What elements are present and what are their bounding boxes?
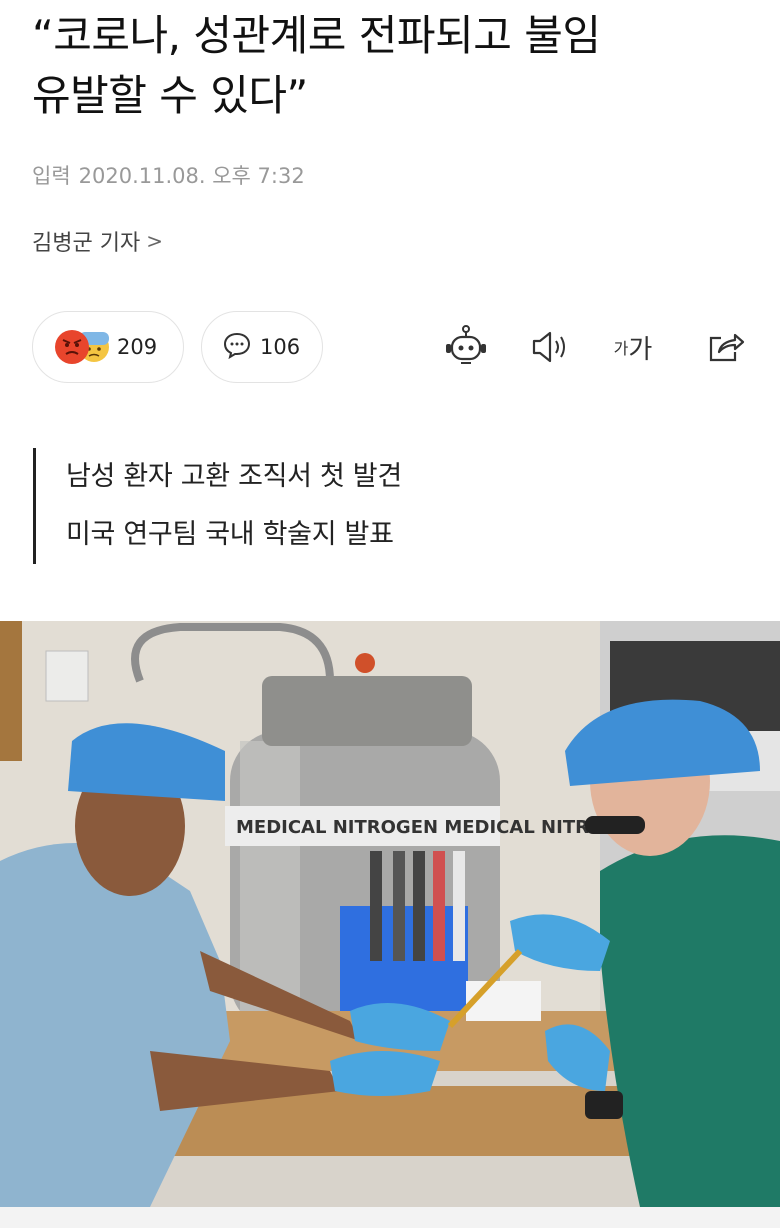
reporter-link[interactable]: 김병군 기자 >	[32, 225, 163, 257]
publish-date: 2020.11.08. 오후 7:32	[78, 164, 305, 188]
font-small-label: 가	[613, 339, 629, 358]
reaction-button[interactable]: 209	[32, 311, 184, 383]
reporter-name: 김병군 기자	[32, 231, 141, 256]
share-icon[interactable]	[700, 322, 750, 372]
angry-face-icon	[55, 330, 89, 364]
summary-line-1: 남성 환자 고환 조직서 첫 발견	[66, 461, 402, 492]
comment-button[interactable]: 106	[201, 311, 323, 383]
comment-count: 106	[260, 335, 301, 359]
lab-scene-illustration: MEDICAL NITROGEN MEDICAL NITROGEN	[0, 621, 780, 1207]
headline-line-2: 유발할 수 있다”	[32, 71, 308, 120]
font-large-label: 가	[628, 334, 653, 365]
reaction-count: 209	[117, 335, 158, 359]
publish-meta: 입력 2020.11.08. 오후 7:32	[32, 160, 305, 190]
speaker-icon[interactable]	[525, 322, 575, 372]
speech-bubble-icon	[222, 331, 252, 363]
summary-line-2: 미국 연구팀 국내 학술지 발표	[66, 519, 394, 550]
cylinder-label: MEDICAL NITROGEN MEDICAL NITROGEN	[236, 817, 646, 838]
article-headline: “코로나, 성관계로 전파되고 불임 유발할 수 있다”	[32, 6, 762, 126]
bottom-divider	[0, 1207, 780, 1228]
font-size-button[interactable]: 가가	[608, 322, 658, 372]
publish-label: 입력	[32, 164, 71, 188]
article-photo: MEDICAL NITROGEN MEDICAL NITROGEN	[0, 621, 780, 1207]
article-summary: 남성 환자 고환 조직서 첫 발견 미국 연구팀 국내 학술지 발표	[33, 448, 402, 564]
robot-icon[interactable]	[441, 322, 491, 372]
chevron-right-icon: >	[146, 229, 163, 253]
headline-line-1: “코로나, 성관계로 전파되고 불임	[32, 11, 601, 60]
